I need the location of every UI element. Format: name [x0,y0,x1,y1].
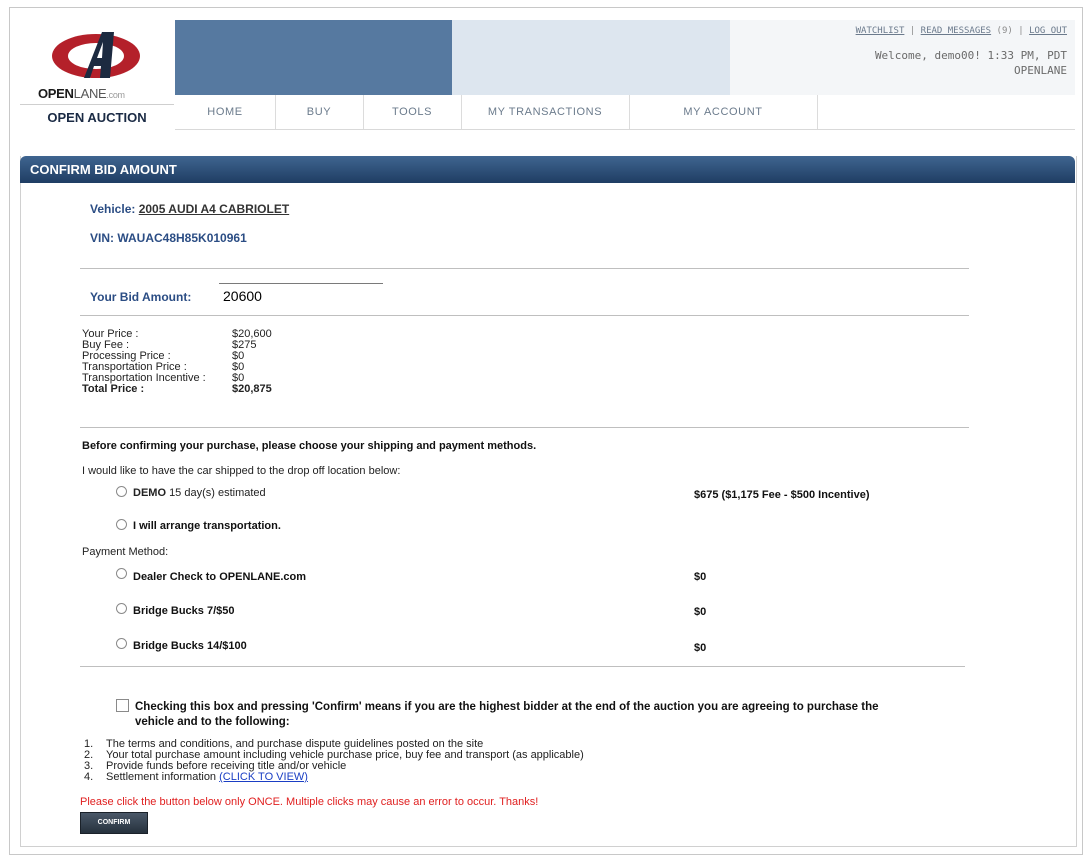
agreement-text-line1: Checking this box and pressing 'Confirm'… [135,701,879,713]
open-auction-label: OPEN AUCTION [20,104,174,131]
watchlist-link[interactable]: WATCHLIST [856,26,905,36]
shipping-prompt: I would like to have the car shipped to … [82,465,401,477]
shipping-self-option: I will arrange transportation. [133,520,281,532]
nav-my-account[interactable]: MY ACCOUNT [629,95,818,129]
payment-bridge-14-option: Bridge Bucks 14/$100 [133,640,247,652]
agreement-text-line2: vehicle and to the following: [135,716,290,728]
shipping-demo-price: $675 ($1,175 Fee - $500 Incentive) [694,489,870,501]
nav-tools[interactable]: TOOLS [363,95,462,129]
vin-info: VIN: WAUAC48H85K010961 [90,231,247,245]
nav-home[interactable]: HOME [175,95,276,129]
read-messages-link[interactable]: READ MESSAGES [921,26,991,36]
divider [80,315,969,316]
divider [80,268,969,269]
total-price-row: Total Price : $20,875 [82,383,272,395]
bid-amount-input[interactable] [219,283,383,307]
terms-item: 4. Settlement information (CLICK TO VIEW) [84,771,308,783]
confirm-button[interactable]: CONFIRM [80,812,148,834]
payment-bridge-7-radio[interactable] [116,603,127,614]
payment-dealer-check-radio[interactable] [116,568,127,579]
divider [80,666,965,667]
header-band-dark [175,20,452,95]
vin-label: VIN: [90,231,114,245]
shipping-intro: Before confirming your purchase, please … [82,440,537,452]
vehicle-label: Vehicle: [90,202,136,216]
logo-area[interactable]: OPENLANE.com OPEN AUCTION [20,20,176,130]
divider [80,427,969,428]
panel-title: CONFIRM BID AMOUNT [20,156,1075,183]
shipping-self-radio[interactable] [116,519,127,530]
welcome-text: Welcome, demo00! 1:33 PM, PDT OPENLANE [875,48,1067,78]
double-click-warning: Please click the button below only ONCE.… [80,796,539,808]
vin-value: WAUAC48H85K010961 [117,231,247,245]
terms-list: 1. The terms and conditions, and purchase… [82,739,584,783]
nav-my-transactions[interactable]: MY TRANSACTIONS [461,95,630,129]
top-links: WATCHLIST | READ MESSAGES (9) | LOG OUT [855,26,1067,36]
welcome-line: Welcome, demo00! 1:33 PM, PDT [874,49,1067,62]
user-info-area: WATCHLIST | READ MESSAGES (9) | LOG OUT … [730,20,1075,95]
payment-method-label: Payment Method: [82,546,169,558]
price-breakdown: Your Price : $20,600 Buy Fee : $275 Proces… [82,329,272,395]
shipping-demo-radio[interactable] [116,486,127,497]
payment-bridge-7-option: Bridge Bucks 7/$50 [133,605,235,617]
company-name: OPENLANE [1014,64,1067,77]
shipping-demo-option: DEMO 15 day(s) estimated [133,487,266,499]
payment-bridge-14-price: $0 [694,642,707,654]
main-nav: HOME BUY TOOLS MY TRANSACTIONS MY ACCOUN… [175,95,1075,130]
vehicle-name-link[interactable]: 2005 AUDI A4 CABRIOLET [139,202,289,216]
bid-amount-label: Your Bid Amount: [90,290,192,304]
header-band-light [452,20,730,95]
payment-dealer-check-price: $0 [694,571,707,583]
message-count: (9) [996,26,1013,36]
nav-buy[interactable]: BUY [275,95,364,129]
brand-name: OPENLANE.com [38,86,125,101]
click-to-view-link[interactable]: (CLICK TO VIEW) [219,772,308,783]
logout-link[interactable]: LOG OUT [1029,26,1067,36]
payment-bridge-7-price: $0 [694,606,707,618]
payment-dealer-check-option: Dealer Check to OPENLANE.com [133,571,307,583]
agree-checkbox[interactable] [116,699,129,712]
payment-bridge-14-radio[interactable] [116,638,127,649]
vehicle-info: Vehicle: 2005 AUDI A4 CABRIOLET [90,202,289,216]
openlane-logo-icon [52,32,140,78]
